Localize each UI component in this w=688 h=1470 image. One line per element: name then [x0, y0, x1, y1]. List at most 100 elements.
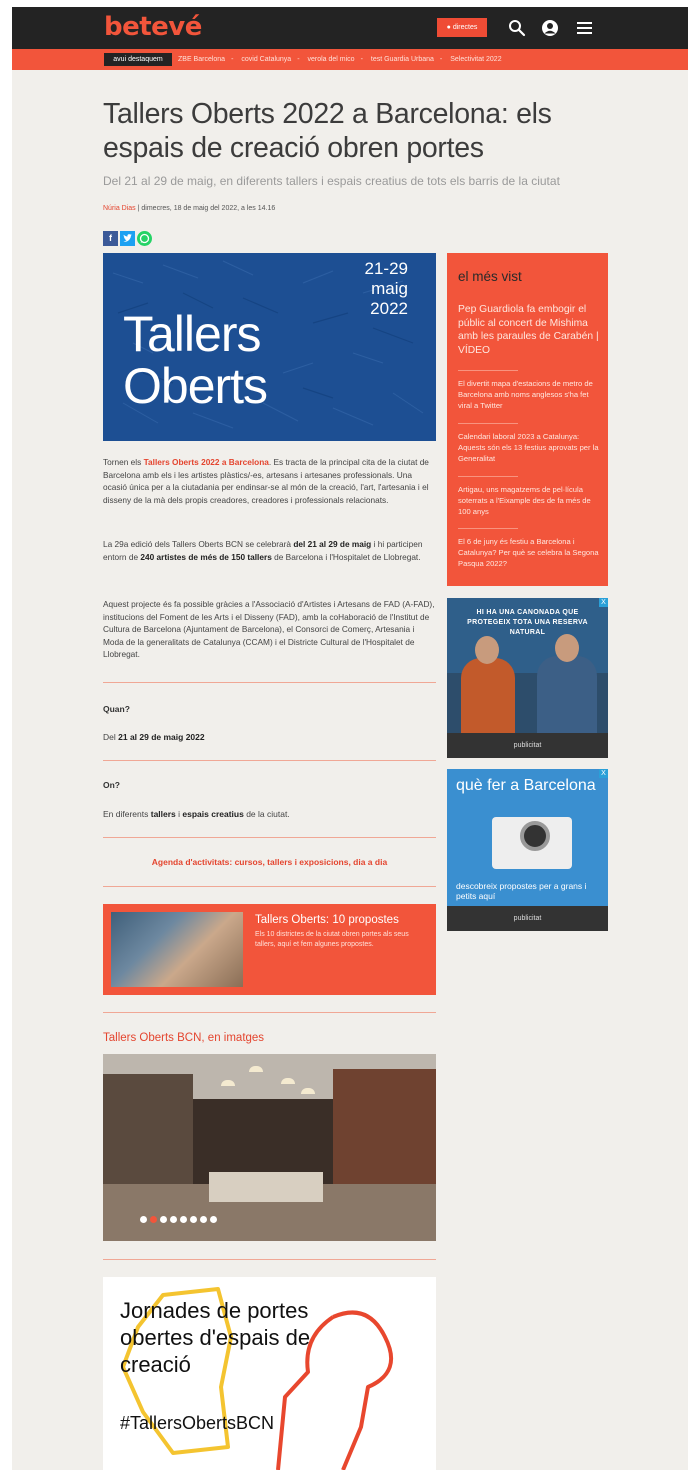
- bold-text: tallers: [150, 809, 176, 819]
- article-subtitle: Del 21 al 29 de maig, en diferents talle…: [103, 174, 560, 188]
- divider: [458, 476, 518, 477]
- most-viewed-panel: el més vist Pep Guardiola fa embogir el …: [447, 253, 608, 586]
- divider: [103, 760, 436, 761]
- user-icon[interactable]: [538, 16, 562, 40]
- bold-text: espais creatius: [182, 809, 244, 819]
- topic-separator: -: [231, 56, 234, 63]
- camera-lens-icon: [520, 821, 550, 851]
- hero-date-line: 2022: [370, 299, 408, 318]
- advertisement[interactable]: què fer a Barcelona descobreix propostes…: [447, 769, 608, 931]
- hero-title-line: Oberts: [123, 358, 268, 414]
- bold-text: del 21 al 29 de maig: [293, 539, 372, 549]
- agenda-link[interactable]: Agenda d'activitats: cursos, tallers i e…: [103, 857, 436, 867]
- article-title: Tallers Oberts 2022 a Barcelona: els esp…: [103, 98, 552, 164]
- share-buttons: f: [103, 231, 152, 246]
- most-viewed-item[interactable]: Artigau, uns magatzems de pel·lícula sot…: [458, 485, 603, 517]
- divider: [103, 682, 436, 683]
- paragraph: Aquest projecte és fa possible gràcies a…: [103, 599, 435, 659]
- paragraph: La 29a edició dels Tallers Oberts BCN se…: [103, 538, 436, 563]
- lamp-icon: [249, 1066, 263, 1072]
- trending-topics: ZBE Barcelona - covid Catalunya - verola d…: [178, 52, 502, 67]
- related-article-title[interactable]: Tallers Oberts: 10 propostes: [255, 914, 399, 926]
- gallery-dot[interactable]: [160, 1216, 167, 1223]
- photo-gallery[interactable]: [103, 1054, 436, 1241]
- divider: [103, 1259, 436, 1260]
- ad-title: què fer a Barcelona: [456, 777, 596, 794]
- twitter-share-button[interactable]: [120, 231, 135, 246]
- paragraph: Tornen els Tallers Oberts 2022 a Barcelo…: [103, 456, 436, 506]
- top-bar: betevé ● directes: [12, 7, 688, 49]
- gallery-dot[interactable]: [180, 1216, 187, 1223]
- topic-separator: -: [439, 56, 443, 63]
- gallery-dot[interactable]: [210, 1216, 217, 1223]
- publish-date: dimecres, 18 de maig del 2022, a les 14.…: [141, 205, 276, 212]
- gallery-dot[interactable]: [190, 1216, 197, 1223]
- topic-link[interactable]: ZBE Barcelona: [178, 56, 225, 63]
- author-link[interactable]: Núria Dias: [103, 205, 136, 212]
- ad-label: publicitat: [447, 906, 608, 931]
- facebook-share-button[interactable]: f: [103, 231, 118, 246]
- poster-line: Jornades de portes: [120, 1298, 309, 1323]
- most-viewed-item[interactable]: El 6 de juny és festiu a Barcelona i Cat…: [458, 537, 603, 569]
- gallery-photo-table: [209, 1172, 323, 1202]
- related-article-card[interactable]: Tallers Oberts: 10 propostes Els 10 dist…: [103, 904, 436, 995]
- divider: [458, 528, 518, 529]
- topic-link[interactable]: verola del mico: [308, 56, 355, 63]
- divider: [103, 837, 436, 838]
- when-label: Quan?: [103, 704, 130, 714]
- poster-line: obertes d'espais de: [120, 1325, 311, 1350]
- ad-close-icon[interactable]: X: [599, 598, 608, 607]
- ad-photo-head: [555, 634, 579, 662]
- page: betevé ● directes avui destaquem ZBE Bar…: [12, 7, 688, 1470]
- most-viewed-item[interactable]: El divertit mapa d'estacions de metro de…: [458, 379, 603, 411]
- hero-image: 21-29 maig 2022 Tallers Oberts: [103, 253, 436, 441]
- ad-subtitle: descobreix propostes per a grans i petit…: [456, 881, 587, 901]
- divider: [103, 886, 436, 887]
- inline-link[interactable]: Tallers Oberts 2022 a Barcelona: [144, 457, 269, 467]
- gallery-title: Tallers Oberts BCN, en imatges: [103, 1032, 265, 1044]
- gallery-dot[interactable]: [140, 1216, 147, 1223]
- gallery-dot[interactable]: [170, 1216, 177, 1223]
- hero-date-line: 21-29: [364, 259, 408, 278]
- menu-icon[interactable]: [573, 16, 597, 40]
- text: de Barcelona i l'Hospitalet de Llobregat…: [271, 551, 421, 562]
- gallery-pagination: [140, 1216, 217, 1223]
- ad-photo-person: [537, 656, 597, 733]
- topic-separator: -: [297, 56, 300, 63]
- advertisement[interactable]: HI HA UNA CANONADA QUE PROTEGEIX TOTA UN…: [447, 598, 608, 758]
- live-button[interactable]: ● directes: [437, 18, 487, 37]
- gallery-dot-active[interactable]: [150, 1216, 157, 1223]
- related-article-description: Els 10 districtes de la ciutat obren por…: [255, 931, 409, 948]
- poster-line: creació: [120, 1352, 191, 1377]
- most-viewed-item[interactable]: Pep Guardiola fa embogir el públic al co…: [458, 303, 603, 357]
- poster-hashtag: #TallersObertsBCN: [120, 1413, 275, 1433]
- most-viewed-item[interactable]: Calendari laboral 2023 a Catalunya: Aque…: [458, 432, 603, 464]
- ad-photo-head: [475, 636, 499, 664]
- whatsapp-share-button[interactable]: [137, 231, 152, 246]
- ad-headline: HI HA UNA CANONADA QUE PROTEGEIX TOTA UN…: [467, 609, 588, 636]
- ad-label: publicitat: [447, 733, 608, 758]
- search-icon[interactable]: [505, 16, 529, 40]
- related-article-image: [111, 912, 243, 987]
- divider: [103, 1012, 436, 1013]
- where-label: On?: [103, 780, 120, 790]
- trending-bar: avui destaquem ZBE Barcelona - covid Cata…: [12, 49, 688, 70]
- byline: Núria Dias | dimecres, 18 de maig del 20…: [103, 205, 275, 212]
- where-value: En diferents tallers i espais creatius d…: [103, 809, 290, 819]
- most-viewed-title: el més vist: [458, 269, 522, 284]
- lamp-icon: [221, 1080, 235, 1086]
- topic-link[interactable]: covid Catalunya: [241, 56, 291, 63]
- gallery-dot[interactable]: [200, 1216, 207, 1223]
- lamp-icon: [301, 1088, 315, 1094]
- ad-close-icon[interactable]: X: [599, 769, 608, 778]
- hero-title: Tallers Oberts: [123, 308, 268, 414]
- featured-tag: avui destaquem: [104, 53, 172, 66]
- poster-image: Jornades de portes obertes d'espais de c…: [103, 1277, 436, 1470]
- topic-link[interactable]: Selectivitat 2022: [450, 56, 501, 63]
- site-logo[interactable]: betevé: [104, 12, 202, 42]
- divider: [458, 370, 518, 371]
- bold-text: 240 artistes de més de 150 tallers: [140, 551, 272, 562]
- poster-text: Jornades de portes obertes d'espais de c…: [120, 1297, 310, 1378]
- topic-link[interactable]: test Guardia Urbana: [371, 56, 434, 63]
- when-value: Del 21 al 29 de maig 2022: [103, 732, 205, 742]
